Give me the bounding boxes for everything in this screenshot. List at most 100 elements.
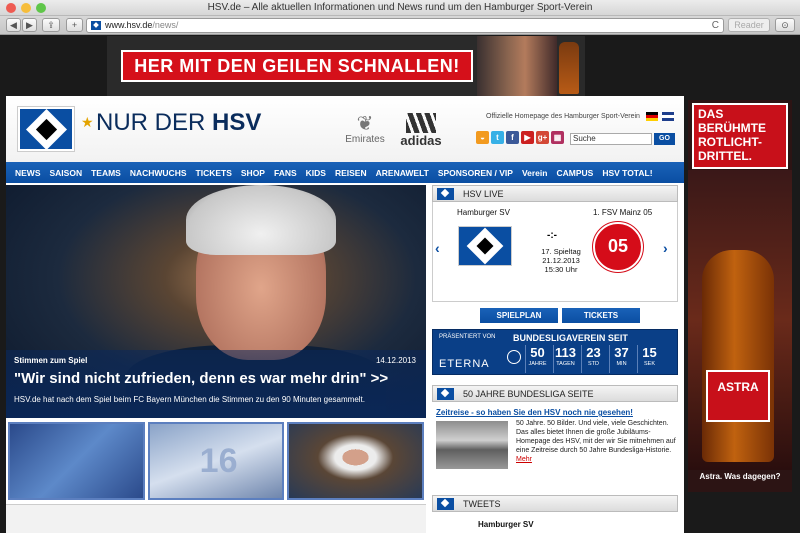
- counter-unit: SEK: [643, 361, 655, 367]
- top-banner-ad[interactable]: HER MIT DEN GEILEN SCHNALLEN!: [107, 36, 585, 96]
- next-match-icon[interactable]: ›: [663, 240, 668, 256]
- counter-unit: JAHRE: [528, 361, 547, 367]
- away-team: 1. FSV Mainz 05: [593, 208, 653, 217]
- counter-value: 23: [586, 345, 601, 360]
- reload-icon[interactable]: C: [712, 19, 719, 32]
- right-skyscraper-ad[interactable]: DAS BERÜHMTE ROTLICHT-DRITTEL. ASTRA Ast…: [688, 100, 792, 492]
- forward-arrow-icon: ▶: [26, 20, 33, 30]
- home-team: Hamburger SV: [457, 208, 510, 217]
- share-button[interactable]: ⇪: [42, 18, 60, 32]
- live-match-box: Hamburger SV 1. FSV Mainz 05 05 -:- 17. …: [432, 202, 678, 302]
- thumbnail-calendar[interactable]: 16: [147, 422, 285, 500]
- rss-icon[interactable]: ◒: [476, 131, 489, 144]
- match-date: 21.12.2013: [542, 256, 580, 265]
- nav-item-nachwuchs[interactable]: NACHWUCHS: [130, 168, 187, 178]
- hero-caption[interactable]: Stimmen zum Spiel 14.12.2013 "Wir sind n…: [6, 350, 426, 418]
- fifty-years-text: 50 Jahre. 50 Bilder. Und viele, viele Ge…: [516, 419, 676, 464]
- adidas-text: adidas: [400, 133, 442, 148]
- hero-photo-hair: [186, 185, 336, 255]
- nav-item-sponsoren-vip[interactable]: SPONSOREN / VIP: [438, 168, 513, 178]
- away-team-logo[interactable]: 05: [592, 221, 644, 273]
- nav-item-reisen[interactable]: REISEN: [335, 168, 367, 178]
- prev-match-icon[interactable]: ‹: [435, 240, 440, 256]
- nav-item-shop[interactable]: SHOP: [241, 168, 265, 178]
- zeitreise-link[interactable]: Zeitreise - so haben Sie den HSV noch ni…: [436, 408, 633, 417]
- forward-button[interactable]: ▶: [22, 18, 37, 32]
- astra-label: ASTRA: [706, 370, 770, 422]
- emirates-logo[interactable]: ❦ Emirates: [340, 112, 390, 152]
- nav-item-campus[interactable]: CAMPUS: [556, 168, 593, 178]
- counter-value: 50: [530, 345, 545, 360]
- nav-item-tickets[interactable]: TICKETS: [196, 168, 232, 178]
- counter-days: 113 TAGEN: [553, 345, 577, 373]
- counter-title: BUNDESLIGAVEREIN SEIT: [513, 333, 628, 343]
- thumbnail-coach[interactable]: [287, 422, 425, 500]
- right-ad-footer: Astra. Was dagegen?: [699, 472, 781, 481]
- nav-item-verein[interactable]: Verein: [522, 168, 548, 178]
- matchday: 17. Spieltag: [541, 247, 581, 256]
- tweet-user[interactable]: Hamburger SV: [478, 520, 534, 529]
- beer-bottle-icon: [559, 42, 579, 94]
- tweets-title: TWEETS: [463, 499, 501, 509]
- top-ad-photo: [477, 36, 557, 96]
- url-host: www.hsv.de: [105, 20, 153, 30]
- live-box-title: HSV LIVE: [463, 189, 504, 199]
- search-go-button[interactable]: GO: [654, 133, 675, 145]
- share-icon: ⇪: [47, 20, 55, 30]
- bundesliga-counter[interactable]: PRÄSENTIERT VON ETERNA BUNDESLIGAVEREIN …: [432, 329, 678, 375]
- hero-teaser: HSV.de hat nach dem Spiel beim FC Bayern…: [14, 395, 365, 404]
- facebook-icon[interactable]: f: [506, 131, 519, 144]
- nav-item-teams[interactable]: TEAMS: [91, 168, 121, 178]
- downloads-button[interactable]: ⊙: [775, 18, 795, 32]
- hsv-diamond-icon: [437, 388, 454, 400]
- right-column: HSV LIVE Hamburger SV 1. FSV Mainz 05 05…: [432, 185, 684, 533]
- nav-item-news[interactable]: NEWS: [15, 168, 41, 178]
- spielplan-button[interactable]: SPIELPLAN: [480, 308, 558, 323]
- hero-slider[interactable]: Stimmen zum Spiel 14.12.2013 "Wir sind n…: [6, 185, 426, 418]
- star-icon: ★: [81, 114, 94, 130]
- nav-item-saison[interactable]: SAISON: [50, 168, 83, 178]
- adidas-logo[interactable]: adidas: [396, 111, 446, 151]
- content-area-bottom: [6, 504, 426, 533]
- counter-unit: STD: [588, 361, 599, 367]
- twitter-icon[interactable]: t: [491, 131, 504, 144]
- counter-seconds: 15 SEK: [637, 345, 661, 373]
- german-flag-icon[interactable]: [646, 112, 658, 121]
- hsv-logo[interactable]: [17, 106, 75, 152]
- thumbnail-goalkeeper[interactable]: [8, 422, 145, 500]
- brand-title[interactable]: NUR DER HSV: [96, 109, 261, 137]
- historic-photo[interactable]: [436, 421, 508, 469]
- google-plus-icon[interactable]: g+: [536, 131, 549, 144]
- more-link[interactable]: Mehr: [516, 456, 532, 463]
- nav-item-arenawelt[interactable]: ARENAWELT: [376, 168, 429, 178]
- nav-item-fans[interactable]: FANS: [274, 168, 297, 178]
- hero-kicker: Stimmen zum Spiel: [14, 356, 88, 365]
- reader-button[interactable]: Reader: [728, 18, 770, 32]
- counter-unit: TAGEN: [556, 361, 575, 367]
- window-titlebar: HSV.de – Alle aktuellen Informationen un…: [0, 0, 800, 16]
- fifty-years-body: 50 Jahre. 50 Bilder. Und viele, viele Ge…: [516, 420, 676, 454]
- window-title: HSV.de – Alle aktuellen Informationen un…: [207, 2, 593, 13]
- tickets-button[interactable]: TICKETS: [562, 308, 640, 323]
- youtube-icon[interactable]: ▶: [521, 131, 534, 144]
- counter-hours: 23 STD: [581, 345, 605, 373]
- search-input[interactable]: Suche: [570, 133, 652, 145]
- counter-value: 37: [614, 345, 629, 360]
- back-button[interactable]: ◀: [6, 18, 21, 32]
- english-flag-icon[interactable]: [662, 112, 674, 121]
- address-bar[interactable]: www.hsv.de/news/ C: [86, 18, 724, 33]
- presented-by: PRÄSENTIERT VON: [439, 334, 496, 340]
- url-path: /news/: [152, 20, 179, 30]
- plus-icon: +: [71, 20, 78, 30]
- nav-item-kids[interactable]: KIDS: [306, 168, 326, 178]
- hero-thumbnails: 16: [6, 422, 426, 500]
- hero-headline[interactable]: "Wir sind nicht zufrieden, denn es war m…: [14, 370, 388, 387]
- new-tab-button[interactable]: +: [66, 18, 83, 32]
- counter-value: 15: [642, 345, 657, 360]
- back-arrow-icon: ◀: [10, 20, 17, 30]
- grid-icon[interactable]: ▦: [551, 131, 564, 144]
- tweets-header: TWEETS: [432, 495, 678, 512]
- home-team-logo[interactable]: [458, 226, 512, 266]
- nav-item-hsv-total[interactable]: HSV TOTAL!: [602, 168, 652, 178]
- match-time: 15:30 Uhr: [544, 265, 578, 274]
